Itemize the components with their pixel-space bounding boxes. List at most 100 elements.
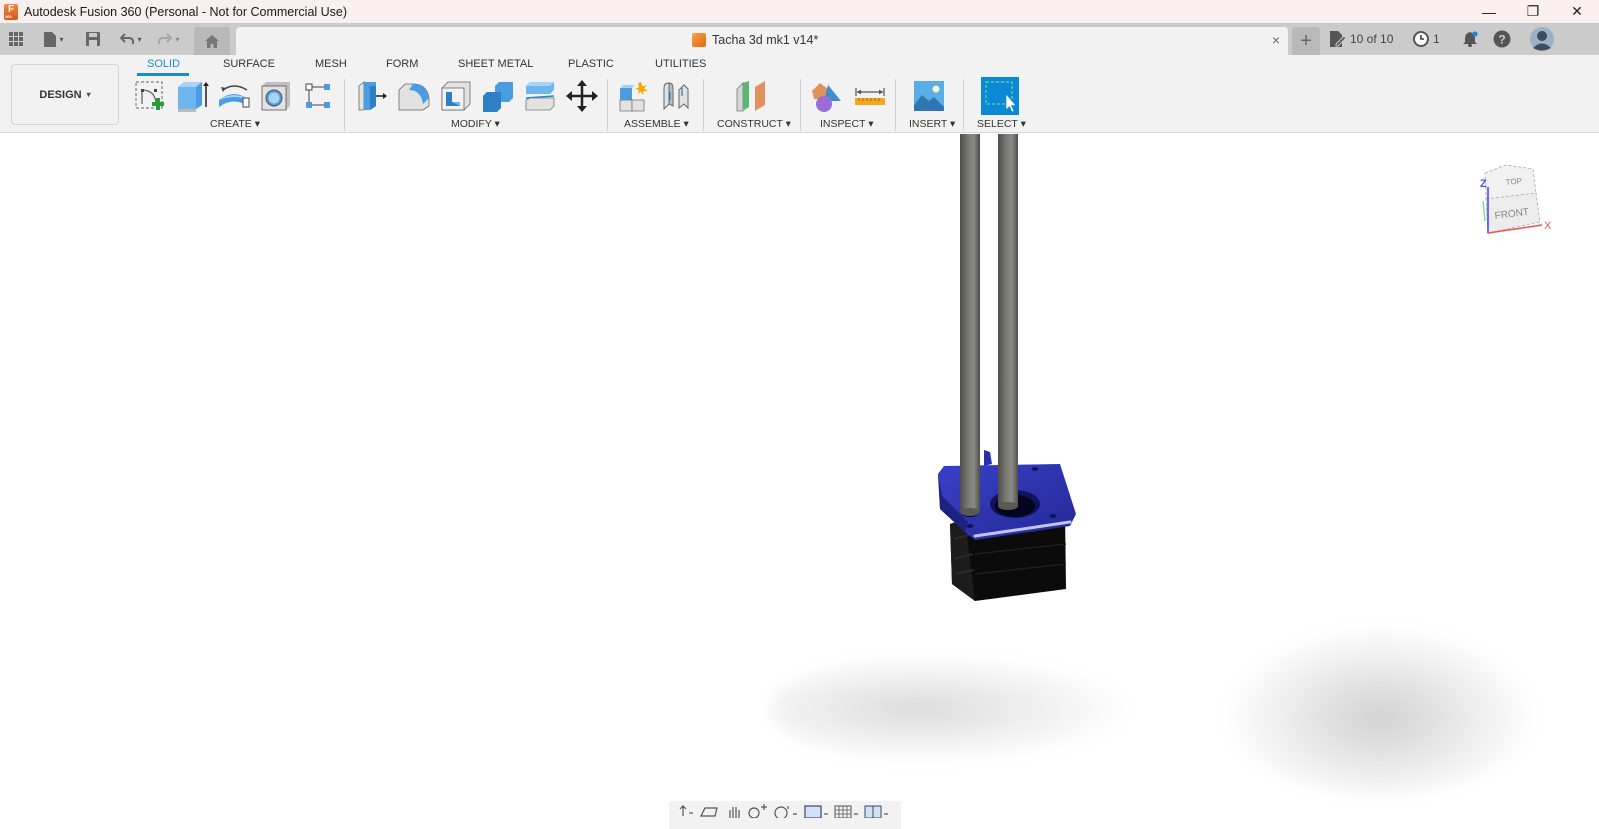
redo-button[interactable]: ▾	[154, 27, 184, 51]
group-separator	[703, 79, 704, 131]
home-icon	[205, 34, 219, 48]
save-icon	[86, 32, 100, 46]
insert-image-button[interactable]	[911, 79, 947, 113]
new-component-icon	[619, 82, 648, 112]
group-separator	[895, 79, 896, 131]
move-copy-button[interactable]	[564, 79, 600, 113]
pan-hand-icon	[729, 807, 740, 818]
inspect-menu[interactable]: INSPECT ▾	[820, 118, 874, 130]
grid-settings-icon	[834, 805, 858, 818]
zoom-button[interactable]	[747, 804, 769, 818]
close-tab-icon[interactable]: ×	[1272, 32, 1280, 48]
minimize-icon: —	[1482, 3, 1496, 20]
ground-shadow	[1220, 624, 1540, 794]
look-at-button[interactable]	[699, 804, 721, 818]
minimize-button[interactable]: —	[1467, 0, 1511, 23]
extrude-button[interactable]	[174, 79, 210, 113]
close-window-button[interactable]: ✕	[1555, 0, 1599, 23]
ground-shadow	[770, 654, 1140, 764]
bell-icon	[1463, 31, 1478, 47]
tab-sheet-metal[interactable]: SHEET METAL	[458, 58, 533, 70]
insert-menu[interactable]: INSERT ▾	[909, 118, 955, 130]
split-body-icon	[525, 82, 555, 111]
document-name: Tacha 3d mk1 v14*	[712, 33, 819, 47]
data-panel-button[interactable]	[6, 27, 26, 51]
chevron-down-icon: ▾	[175, 34, 180, 44]
document-tab[interactable]: Tacha 3d mk1 v14* ×	[236, 27, 1288, 55]
shell-button[interactable]	[438, 79, 474, 113]
split-body-button[interactable]	[522, 79, 558, 113]
offset-plane-button[interactable]	[734, 79, 770, 113]
select-cursor-icon	[985, 81, 1017, 113]
avatar-icon	[1530, 27, 1554, 51]
viewports-button[interactable]	[863, 804, 889, 818]
document-tab-title: Tacha 3d mk1 v14*	[692, 33, 818, 47]
svg-text:?: ?	[1498, 33, 1505, 47]
restore-icon: ❐	[1526, 3, 1540, 19]
joint-button[interactable]	[658, 79, 694, 113]
chevron-down-icon: ▾	[59, 34, 64, 44]
construct-menu[interactable]: CONSTRUCT ▾	[717, 118, 791, 130]
job-count: 1	[1433, 32, 1440, 46]
combine-icon	[483, 82, 513, 112]
home-button[interactable]	[194, 27, 230, 55]
fusion-logo-icon: F 360	[4, 3, 18, 20]
window-controls: — ❐ ✕	[1467, 0, 1599, 23]
tab-surface[interactable]: SURFACE	[223, 58, 275, 70]
user-profile-button[interactable]	[1530, 27, 1554, 51]
measure-button[interactable]	[852, 79, 888, 113]
view-cube[interactable]: TOP FRONT Z X	[1470, 159, 1570, 249]
group-separator	[607, 79, 608, 131]
save-button[interactable]	[84, 27, 102, 51]
create-menu[interactable]: CREATE ▾	[210, 118, 260, 130]
press-pull-button[interactable]	[354, 79, 390, 113]
tab-form[interactable]: FORM	[386, 58, 418, 70]
combine-button[interactable]	[480, 79, 516, 113]
fillet-button[interactable]	[396, 79, 432, 113]
active-tab-indicator	[137, 73, 189, 76]
grid-settings-button[interactable]	[833, 804, 859, 818]
joint-icon	[663, 82, 689, 111]
look-at-icon	[700, 807, 718, 817]
file-menu-button[interactable]: ▾	[39, 27, 69, 51]
tab-utilities[interactable]: UTILITIES	[655, 58, 706, 70]
version-history-button[interactable]: 10 of 10	[1330, 27, 1393, 51]
tab-mesh[interactable]: MESH	[315, 58, 347, 70]
new-tab-button[interactable]: +	[1292, 27, 1320, 55]
undo-icon	[120, 33, 135, 44]
interference-button[interactable]	[809, 79, 845, 113]
undo-button[interactable]: ▾	[116, 27, 146, 51]
revolve-icon	[219, 85, 250, 108]
select-button[interactable]	[981, 77, 1019, 115]
3d-viewport[interactable]: TOP FRONT Z X	[0, 134, 1599, 829]
create-sketch-icon	[135, 81, 164, 110]
pan-button[interactable]	[725, 804, 743, 818]
help-button[interactable]: ?	[1493, 27, 1511, 51]
title-bar: F 360 Autodesk Fusion 360 (Personal - Not…	[0, 0, 1599, 23]
pattern-button[interactable]	[300, 79, 336, 113]
viewports-icon	[864, 805, 888, 818]
workspace-switcher[interactable]: DESIGN ▾	[11, 64, 119, 125]
hole-button[interactable]	[258, 79, 294, 113]
quick-access-toolbar: ▾ ▾ ▾ Tacha 3d mk1 v14* × + 10 of 10 1 ?	[0, 23, 1599, 55]
maximize-button[interactable]: ❐	[1511, 0, 1555, 23]
assemble-menu[interactable]: ASSEMBLE ▾	[624, 118, 689, 130]
redo-icon	[158, 33, 173, 44]
create-sketch-button[interactable]	[132, 79, 168, 113]
modify-menu[interactable]: MODIFY ▾	[451, 118, 500, 130]
display-settings-button[interactable]	[803, 804, 829, 818]
tab-solid[interactable]: SOLID	[147, 58, 180, 70]
orbit-button[interactable]	[677, 804, 695, 818]
job-status-button[interactable]: 1	[1413, 27, 1440, 51]
notifications-button[interactable]	[1462, 27, 1478, 51]
group-separator	[963, 79, 964, 131]
inspect-shapes-icon	[812, 83, 841, 112]
view-cube-top-label: TOP	[1505, 176, 1522, 187]
revolve-button[interactable]	[216, 79, 252, 113]
fit-button[interactable]	[773, 804, 799, 818]
tab-plastic[interactable]: PLASTIC	[568, 58, 614, 70]
3d-model[interactable]	[920, 134, 1100, 609]
new-component-button[interactable]	[616, 79, 652, 113]
select-menu[interactable]: SELECT ▾	[977, 118, 1026, 130]
navigation-bar	[669, 801, 901, 829]
